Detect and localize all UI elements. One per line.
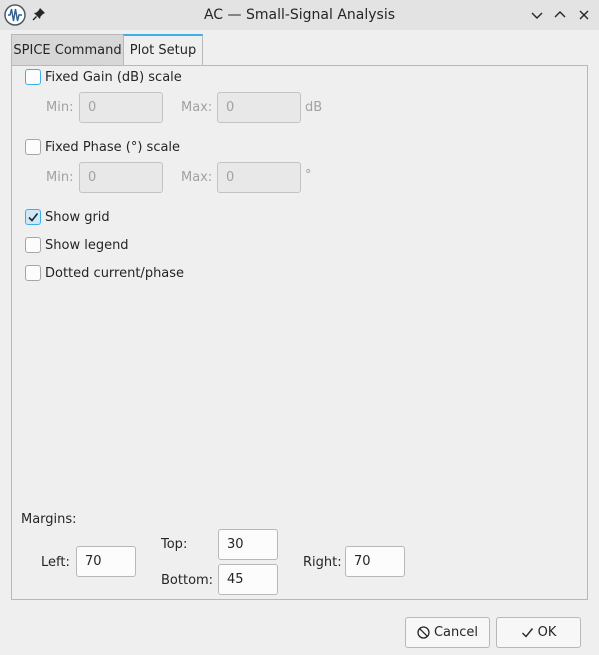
- margin-bottom-label: Bottom:: [161, 573, 214, 588]
- gain-min-label: Min:: [46, 100, 74, 115]
- show-legend-label: Show legend: [45, 238, 129, 253]
- phase-min-label: Min:: [46, 170, 74, 185]
- show-legend-checkbox[interactable]: [25, 237, 41, 253]
- margin-top-label: Top:: [161, 537, 188, 552]
- checkmark-icon: [521, 628, 533, 638]
- checkmark-icon: [28, 213, 39, 222]
- margins-heading: Margins:: [21, 512, 77, 527]
- ok-button[interactable]: OK: [496, 617, 581, 648]
- cancel-label: Cancel: [433, 625, 479, 640]
- minimize-icon[interactable]: [528, 6, 546, 24]
- gain-min-field[interactable]: 0: [79, 92, 163, 123]
- tab-spice-command[interactable]: SPICE Command: [11, 34, 124, 65]
- fixed-phase-label: Fixed Phase (°) scale: [45, 140, 181, 155]
- margin-top-input[interactable]: 30: [218, 529, 278, 560]
- ok-label: OK: [537, 625, 557, 640]
- gain-max-label: Max:: [181, 100, 213, 115]
- show-grid-checkbox[interactable]: [25, 209, 41, 225]
- fixed-phase-checkbox[interactable]: [25, 139, 41, 155]
- dotted-checkbox[interactable]: [25, 265, 41, 281]
- gain-unit-label: dB: [305, 100, 323, 115]
- show-grid-label: Show grid: [45, 210, 110, 225]
- fixed-gain-checkbox[interactable]: [25, 69, 41, 85]
- window-title: AC — Small-Signal Analysis: [203, 7, 396, 23]
- maximize-icon[interactable]: [551, 6, 569, 24]
- margin-bottom-input[interactable]: 45: [218, 564, 278, 595]
- phase-min-field[interactable]: 0: [79, 162, 163, 193]
- cancel-icon: [417, 626, 430, 639]
- margin-right-label: Right:: [303, 555, 342, 570]
- phase-unit-label: °: [305, 168, 312, 183]
- phase-max-field[interactable]: 0: [217, 162, 301, 193]
- cancel-button[interactable]: Cancel: [405, 617, 490, 648]
- margin-right-input[interactable]: 70: [345, 546, 405, 577]
- title-bar: AC — Small-Signal Analysis: [0, 0, 599, 30]
- close-icon[interactable]: [575, 6, 593, 24]
- fixed-gain-label: Fixed Gain (dB) scale: [45, 70, 182, 85]
- dotted-label: Dotted current/phase: [45, 266, 185, 281]
- margin-left-label: Left:: [41, 555, 70, 570]
- phase-max-label: Max:: [181, 170, 213, 185]
- gain-max-field[interactable]: 0: [217, 92, 301, 123]
- margin-left-input[interactable]: 70: [76, 546, 136, 577]
- tab-plot-setup[interactable]: Plot Setup: [123, 34, 203, 65]
